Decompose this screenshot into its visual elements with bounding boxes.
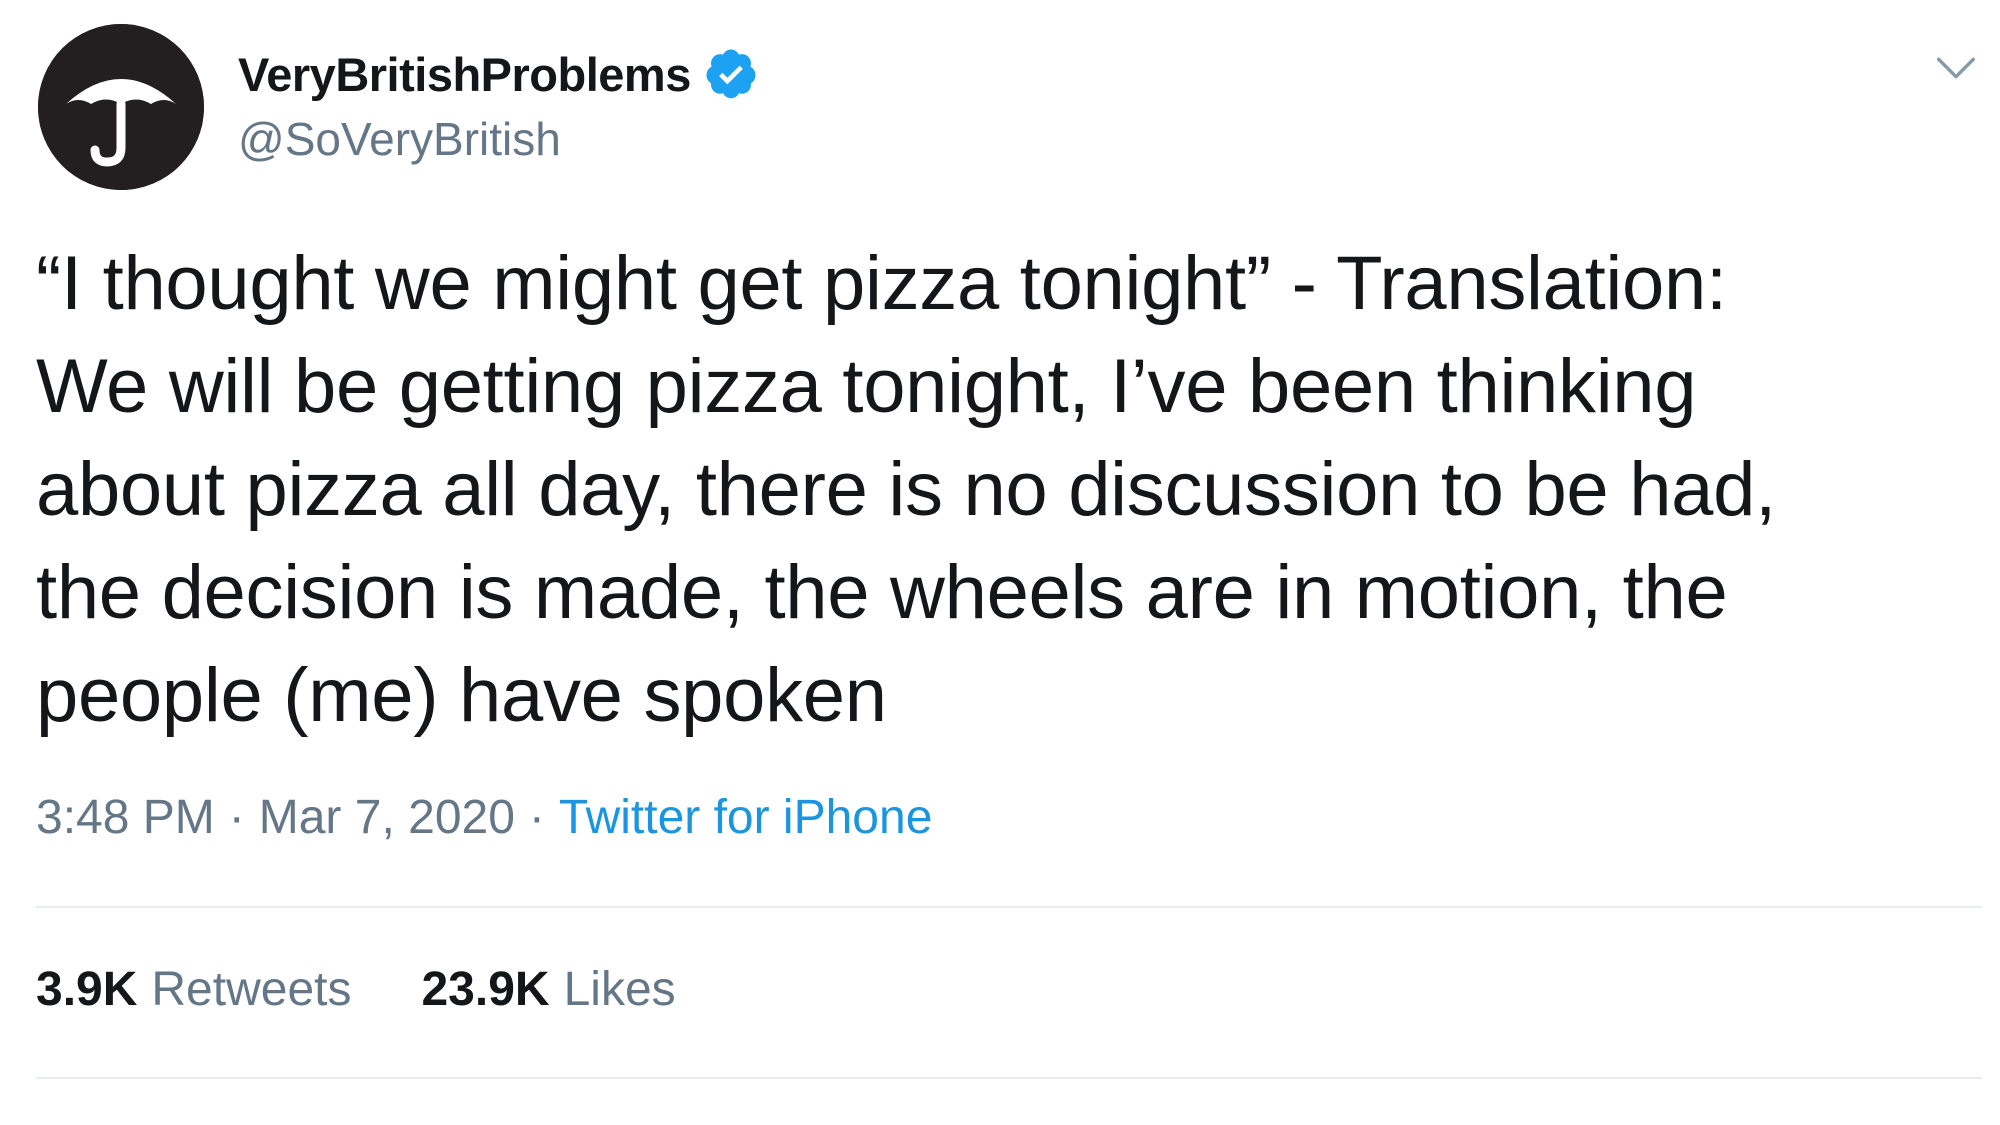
- divider: [36, 1077, 1982, 1079]
- meta-separator: ·: [528, 791, 545, 844]
- author-display-name[interactable]: VeryBritishProblems: [238, 47, 691, 102]
- tweet-stats: 3.9K Retweets 23.9K Likes: [36, 962, 676, 1017]
- likes-stat[interactable]: 23.9K Likes: [421, 962, 675, 1017]
- tweet-text: “I thought we might get pizza tonight” -…: [36, 241, 1776, 738]
- divider: [36, 906, 1982, 908]
- verified-badge-icon: [703, 46, 759, 102]
- retweets-count: 3.9K: [36, 963, 138, 1016]
- tweet-time[interactable]: 3:48 PM: [36, 790, 215, 845]
- tweet-meta: 3:48 PM · Mar 7, 2020 · Twitter for iPho…: [36, 790, 932, 845]
- chevron-down-icon[interactable]: [1930, 42, 1982, 94]
- likes-label: Likes: [563, 963, 676, 1016]
- avatar[interactable]: [38, 24, 204, 190]
- retweets-label: Retweets: [151, 963, 352, 1016]
- retweets-stat[interactable]: 3.9K Retweets: [36, 962, 351, 1017]
- tweet-date[interactable]: Mar 7, 2020: [259, 790, 515, 845]
- meta-separator: ·: [228, 791, 245, 844]
- tweet-source-link[interactable]: Twitter for iPhone: [559, 790, 933, 845]
- umbrella-icon: [38, 24, 204, 190]
- author-handle[interactable]: @SoVeryBritish: [238, 112, 561, 166]
- likes-count: 23.9K: [421, 963, 550, 1016]
- author-name-row[interactable]: VeryBritishProblems: [238, 44, 759, 104]
